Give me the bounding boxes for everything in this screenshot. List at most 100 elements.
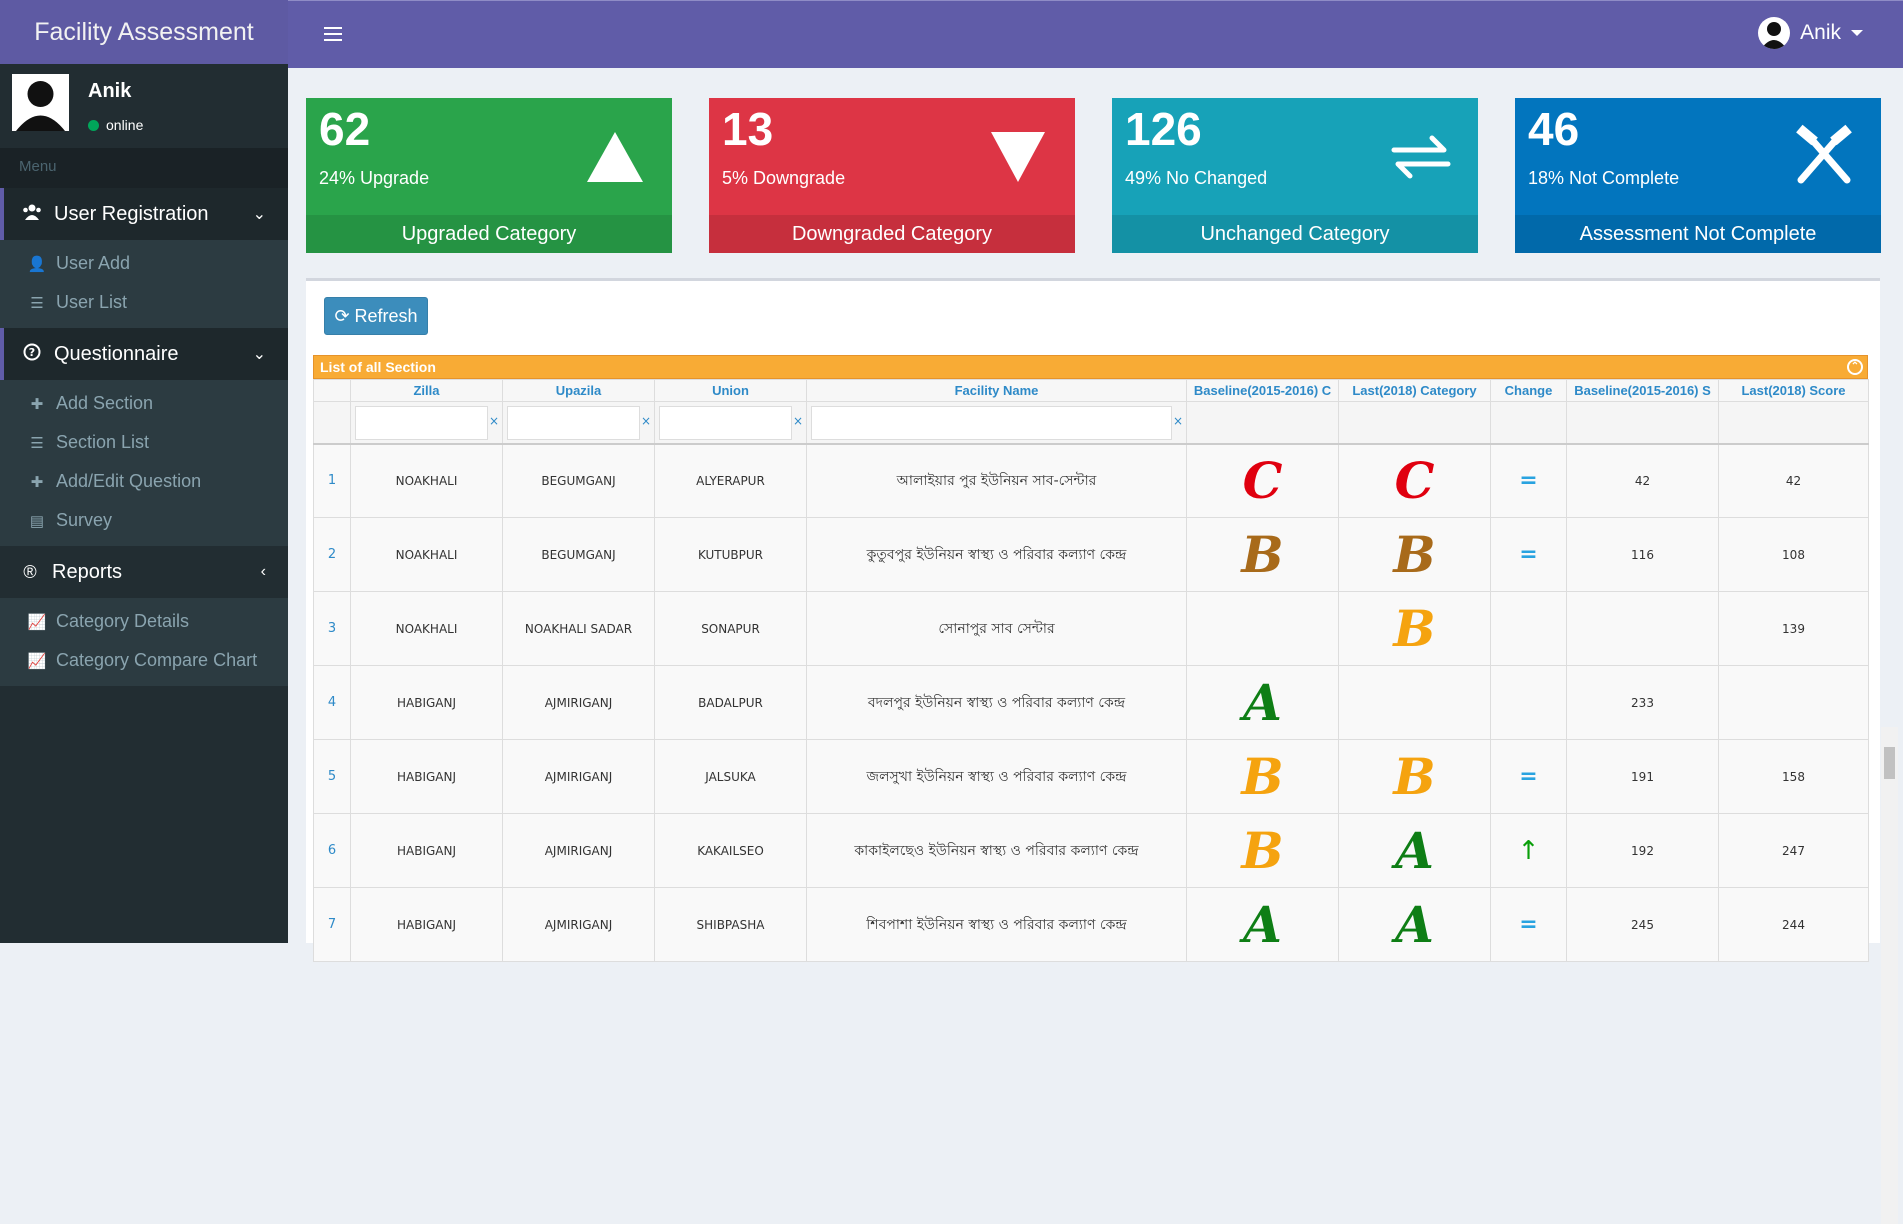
- cell-last-cat: B: [1338, 517, 1491, 592]
- sidebar-item-questionnaire[interactable]: ? Questionnaire ⌄: [0, 328, 288, 380]
- clear-filter-icon[interactable]: ×: [641, 414, 651, 428]
- sidebar: Anik online Menu User Registration ⌄ 👤 Us…: [0, 64, 288, 943]
- column-header[interactable]: Upazila: [502, 379, 655, 402]
- column-header[interactable]: Zilla: [350, 379, 503, 402]
- sidebar-item-add-edit-question[interactable]: ✚ Add/Edit Question: [0, 462, 288, 501]
- cell-change: [1490, 591, 1567, 666]
- cell-upazila: BEGUMGANJ: [502, 517, 655, 592]
- cell-change: =: [1490, 443, 1567, 518]
- table-scrollbar[interactable]: [1881, 727, 1898, 1224]
- column-header[interactable]: Last(2018) Category: [1338, 379, 1491, 402]
- clear-filter-icon[interactable]: ×: [1173, 414, 1183, 428]
- table-row[interactable]: 6 HABIGANJ AJMIRIGANJ KAKAILSEO কাকাইলছেও ইউ…: [313, 813, 1869, 888]
- facility-filter-input[interactable]: [811, 406, 1172, 440]
- sidebar-item-category-compare-chart[interactable]: 📈 Category Compare Chart: [0, 641, 288, 680]
- cell-change: =: [1490, 739, 1567, 814]
- filter-cell-facility: ×: [806, 401, 1187, 445]
- user-menu[interactable]: Anik: [1758, 17, 1863, 49]
- clear-filter-icon[interactable]: ×: [793, 414, 803, 428]
- category-grade: B: [1241, 525, 1284, 584]
- triangle-up-icon: [587, 132, 643, 182]
- category-grade: B: [1241, 821, 1284, 880]
- scrollbar-thumb[interactable]: [1884, 747, 1895, 779]
- column-header[interactable]: Last(2018) Score: [1718, 379, 1869, 402]
- cell-upazila: AJMIRIGANJ: [502, 887, 655, 962]
- stat-footer-link[interactable]: Downgraded Category: [709, 215, 1075, 253]
- user-status: online: [88, 117, 143, 133]
- plus-icon: ✚: [30, 395, 44, 413]
- table-row[interactable]: 5 HABIGANJ AJMIRIGANJ JALSUKA জলসুখা ইউনিয়ন…: [313, 739, 1869, 814]
- refresh-button[interactable]: ⟳ Refresh: [324, 297, 428, 335]
- cell-base-cat: [1186, 591, 1339, 666]
- cell-union: SHIBPASHA: [654, 887, 807, 962]
- cell-facility: সোনাপুর সাব সেন্টার: [806, 591, 1187, 666]
- user-menu-name: Anik: [1800, 21, 1841, 44]
- submenu-user-registration: 👤 User Add ☰ User List: [0, 240, 288, 328]
- sidebar-item-add-section[interactable]: ✚ Add Section: [0, 384, 288, 423]
- cell-upazila: BEGUMGANJ: [502, 443, 655, 518]
- submenu-reports: 📈 Category Details 📈 Category Compare Char…: [0, 598, 288, 686]
- cell-upazila: NOAKHALI SADAR: [502, 591, 655, 666]
- cell-base-score: 245: [1566, 887, 1719, 962]
- category-grade: B: [1241, 747, 1284, 806]
- collapse-grid-icon[interactable]: ⌃: [1847, 359, 1863, 375]
- sidebar-item-user-add[interactable]: 👤 User Add: [0, 244, 288, 283]
- app-brand[interactable]: Facility Assessment: [0, 0, 288, 64]
- column-header[interactable]: Baseline(2015-2016) S: [1566, 379, 1719, 402]
- sidebar-user-name: Anik: [88, 80, 132, 102]
- clear-filter-icon[interactable]: ×: [489, 414, 499, 428]
- cell-last-score: 108: [1718, 517, 1869, 592]
- stat-number: 13: [722, 103, 774, 155]
- filter-cell-zilla: ×: [350, 401, 503, 445]
- sidebar-item-user-list[interactable]: ☰ User List: [0, 283, 288, 322]
- category-grade: B: [1393, 525, 1436, 584]
- table-row[interactable]: 1 NOAKHALI BEGUMGANJ ALYERAPUR আলাইয়ার পুর …: [313, 443, 1869, 518]
- cell-zilla: NOAKHALI: [350, 591, 503, 666]
- sidebar-item-user-registration[interactable]: User Registration ⌄: [0, 188, 288, 240]
- chevron-left-icon: ‹: [260, 563, 266, 580]
- column-header[interactable]: Baseline(2015-2016) C: [1186, 379, 1339, 402]
- table-row[interactable]: 2 NOAKHALI BEGUMGANJ KUTUBPUR কুতুবপুর ইউনিয…: [313, 517, 1869, 592]
- category-grade: B: [1393, 599, 1436, 658]
- category-grade: B: [1393, 747, 1436, 806]
- sidebar-item-section-list[interactable]: ☰ Section List: [0, 423, 288, 462]
- stat-text: 49% No Changed: [1125, 168, 1268, 188]
- union-filter-input[interactable]: [659, 406, 792, 440]
- zilla-filter-input[interactable]: [355, 406, 488, 440]
- category-grade: A: [1395, 895, 1434, 954]
- stat-footer-link[interactable]: Unchanged Category: [1112, 215, 1478, 253]
- filter-cell-union: ×: [654, 401, 807, 445]
- column-header[interactable]: Union: [654, 379, 807, 402]
- stat-footer-link[interactable]: Assessment Not Complete: [1515, 215, 1881, 253]
- triangle-down-icon: [991, 132, 1045, 182]
- stat-number: 46: [1528, 103, 1580, 155]
- cell-union: ALYERAPUR: [654, 443, 807, 518]
- sidebar-item-reports[interactable]: ® Reports ‹: [0, 546, 288, 598]
- filter-row: × × × ×: [313, 401, 1869, 445]
- caret-down-icon: [1851, 30, 1863, 36]
- cell-facility: জলসুখা ইউনিয়ন স্বাস্থ্য ও পরিবার কল্যাণ…: [806, 739, 1187, 814]
- main-panel: ⟳ Refresh List of all Section ⌃ Zilla Upa…: [306, 278, 1898, 1224]
- hamburger-menu-icon[interactable]: [324, 27, 342, 41]
- avatar: [1758, 17, 1791, 49]
- column-header[interactable]: Facility Name: [806, 379, 1187, 402]
- stat-footer-link[interactable]: Upgraded Category: [306, 215, 672, 253]
- cell-zilla: HABIGANJ: [350, 739, 503, 814]
- sidebar-item-category-details[interactable]: 📈 Category Details: [0, 602, 288, 641]
- table-row[interactable]: 7 HABIGANJ AJMIRIGANJ SHIBPASHA শিবপাশা ইউনি…: [313, 887, 1869, 962]
- table-row[interactable]: 3 NOAKHALI NOAKHALI SADAR SONAPUR সোনাপুর সা…: [313, 591, 1869, 666]
- cell-zilla: NOAKHALI: [350, 517, 503, 592]
- row-number: 6: [313, 813, 351, 888]
- refresh-icon: ⟳: [334, 305, 350, 326]
- line-chart-icon: 📈: [27, 652, 47, 670]
- upazila-filter-input[interactable]: [507, 406, 640, 440]
- column-header[interactable]: Change: [1490, 379, 1567, 402]
- cell-facility: আলাইয়ার পুর ইউনিয়ন সাব-সেন্টার: [806, 443, 1187, 518]
- column-header-rownum: [313, 379, 351, 402]
- sidebar-item-survey[interactable]: ▤ Survey: [0, 501, 288, 540]
- row-number: 5: [313, 739, 351, 814]
- cell-base-cat: A: [1186, 887, 1339, 962]
- table-row[interactable]: 4 HABIGANJ AJMIRIGANJ BADALPUR বদলপুর ইউনিয়…: [313, 665, 1869, 740]
- equal-icon: =: [1519, 912, 1538, 937]
- cell-base-score: 192: [1566, 813, 1719, 888]
